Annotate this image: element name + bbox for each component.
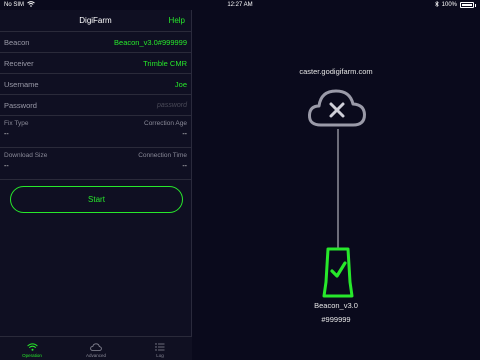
carrier-label: No SIM <box>4 2 25 8</box>
list-icon <box>155 343 165 351</box>
fix-type-label: Fix Type <box>4 120 29 127</box>
status-bar-right: 100% <box>434 0 476 9</box>
password-label: Password <box>4 100 37 110</box>
connection-time-value: -- <box>182 163 187 170</box>
tab-advanced-label: Advanced <box>85 353 106 358</box>
battery-percent: 100% <box>441 2 457 8</box>
beacon-name-label: Beacon_v3.0 <box>314 301 358 310</box>
fix-type-value: -- <box>4 131 9 138</box>
tab-advanced[interactable]: Advanced <box>64 337 128 360</box>
navigation-bar: DigiFarm Help <box>0 10 191 32</box>
receiver-row[interactable]: Receiver Trimble CMR <box>0 53 191 74</box>
connection-time-label: Connection Time <box>138 152 187 159</box>
tab-operation-label: Operation <box>22 353 42 358</box>
caster-host-label: caster.godigifarm.com <box>299 67 373 76</box>
bluetooth-icon <box>434 0 439 9</box>
receiver-label: Receiver <box>4 58 34 68</box>
tab-log[interactable]: Log <box>128 337 192 360</box>
username-row: Username Joe <box>0 74 191 95</box>
connection-diagram: caster.godigifarm.com Beacon_v3.0 #99999… <box>192 10 480 360</box>
app-screen: No SIM 12:27 AM 100% DigiFarm Help Beaco… <box>0 0 480 360</box>
cloud-x-icon <box>307 85 367 134</box>
tab-bar: Operation Advanced Log <box>0 336 192 360</box>
battery-nub <box>475 3 476 7</box>
wifi-signal-icon <box>27 1 35 9</box>
cloud-icon <box>90 343 102 351</box>
correction-age-value: -- <box>182 131 187 138</box>
status-bar: No SIM 12:27 AM 100% <box>0 0 480 10</box>
beacon-label: Beacon <box>4 37 30 47</box>
battery-icon <box>460 2 474 8</box>
beacon-id-label: #999999 <box>321 315 351 324</box>
help-button[interactable]: Help <box>169 16 185 25</box>
start-button[interactable]: Start <box>10 186 183 213</box>
beacon-row[interactable]: Beacon Beacon_v3.0#999999 <box>0 32 191 53</box>
username-field[interactable]: Joe <box>175 80 187 89</box>
download-size-label: Download Size <box>4 152 48 159</box>
receiver-value: Trimble CMR <box>143 58 187 68</box>
password-row: Password password <box>0 95 191 116</box>
username-label: Username <box>4 79 39 89</box>
beacon-check-icon <box>321 246 355 303</box>
page-title: DigiFarm <box>79 16 112 25</box>
status-bar-left: No SIM <box>4 1 204 9</box>
correction-age-label: Correction Age <box>144 120 187 127</box>
wifi-icon <box>26 343 38 351</box>
tab-operation[interactable]: Operation <box>0 337 64 360</box>
download-stats-row: Download Size Connection Time -- -- <box>0 148 191 180</box>
tab-log-label: Log <box>156 353 164 358</box>
settings-panel: DigiFarm Help Beacon Beacon_v3.0#999999 … <box>0 10 192 360</box>
fix-stats-row: Fix Type Correction Age -- -- <box>0 116 191 148</box>
download-size-value: -- <box>4 163 9 170</box>
beacon-value: Beacon_v3.0#999999 <box>114 37 187 47</box>
connection-line <box>337 129 339 253</box>
password-field[interactable]: password <box>157 102 187 109</box>
